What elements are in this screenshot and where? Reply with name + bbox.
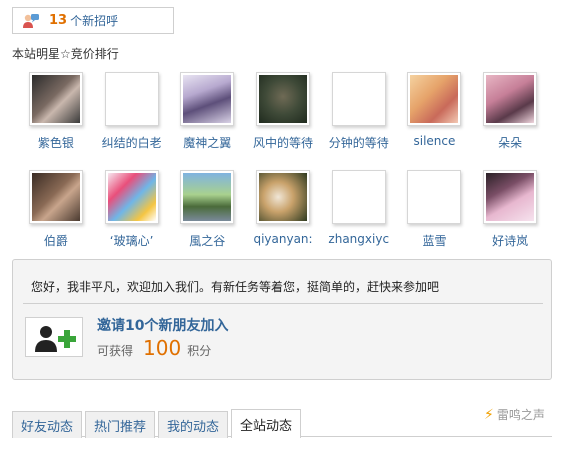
avatar[interactable] <box>28 72 83 126</box>
star-item[interactable]: 好诗岚 <box>472 170 548 268</box>
people-icon <box>22 13 40 29</box>
tab-hot-picks[interactable]: 热门推荐 <box>85 411 156 438</box>
greeting-count[interactable]: 13 <box>49 13 67 28</box>
greeting-box[interactable]: 13 个新招呼 <box>12 7 174 34</box>
star-name[interactable]: silence <box>398 134 470 148</box>
star-name[interactable]: 分钟的等待 <box>323 134 395 151</box>
star-name[interactable]: 伯爵 <box>20 232 92 249</box>
star-name[interactable]: 纠结的白老 <box>96 134 168 151</box>
star-item[interactable]: 魔神之翼 <box>169 72 245 170</box>
star-item[interactable]: 風之谷 <box>169 170 245 268</box>
avatar[interactable] <box>256 72 311 126</box>
avatar[interactable] <box>483 170 538 224</box>
avatar[interactable] <box>331 72 386 126</box>
star-name[interactable]: 风中的等待 <box>247 134 319 151</box>
stars-grid: 紫色银 纠结的白老 魔神之翼 风中的等待 分钟的等待 silence 朵朵 伯爵… <box>18 72 548 268</box>
avatar[interactable] <box>256 170 311 224</box>
star-name[interactable]: 朵朵 <box>474 134 546 151</box>
avatar[interactable] <box>407 170 462 224</box>
star-name[interactable]: 好诗岚 <box>474 232 546 249</box>
star-name[interactable]: 蓝雪 <box>398 232 470 249</box>
star-name[interactable]: qiyanyan: <box>247 232 319 246</box>
tab-my-feed[interactable]: 我的动态 <box>158 411 229 438</box>
reward-unit: 积分 <box>187 344 212 358</box>
reward-prefix: 可获得 <box>97 344 134 358</box>
avatar[interactable] <box>104 72 159 126</box>
star-item[interactable]: silence <box>397 72 473 170</box>
avatar[interactable] <box>28 170 83 224</box>
brand-link[interactable]: ⚡ 雷鸣之声 <box>484 406 545 423</box>
add-friend-icon[interactable] <box>25 317 83 357</box>
avatar[interactable] <box>180 72 235 126</box>
avatar[interactable] <box>104 170 159 224</box>
star-item[interactable]: ‘玻璃心’ <box>94 170 170 268</box>
reward-points: 100 <box>143 336 182 360</box>
invite-reward: 可获得 100 积分 <box>97 336 211 360</box>
greeting-label[interactable]: 个新招呼 <box>70 12 118 29</box>
star-name[interactable]: 風之谷 <box>171 232 243 249</box>
avatar[interactable] <box>331 170 386 224</box>
star-name[interactable]: zhangxiyc <box>323 232 395 246</box>
star-item[interactable]: 紫色银 <box>18 72 94 170</box>
star-item[interactable]: 分钟的等待 <box>321 72 397 170</box>
stars-row-2: 伯爵 ‘玻璃心’ 風之谷 qiyanyan: zhangxiyc 蓝雪 好诗岚 <box>18 170 548 268</box>
star-item[interactable]: qiyanyan: <box>245 170 321 268</box>
star-item[interactable]: 朵朵 <box>472 72 548 170</box>
stars-ranking-title: 本站明星☆竞价排行 <box>12 47 119 61</box>
star-item[interactable]: 蓝雪 <box>397 170 473 268</box>
avatar[interactable] <box>407 72 462 126</box>
tab-friends-feed[interactable]: 好友动态 <box>12 411 83 438</box>
star-item[interactable]: zhangxiyc <box>321 170 397 268</box>
brand-label: 雷鸣之声 <box>496 408 545 422</box>
feed-tabs: 好友动态 热门推荐 我的动态 全站动态 <box>12 409 304 438</box>
star-item[interactable]: 纠结的白老 <box>94 72 170 170</box>
divider <box>23 303 543 304</box>
star-item[interactable]: 风中的等待 <box>245 72 321 170</box>
star-name[interactable]: 紫色银 <box>20 134 92 151</box>
star-name[interactable]: 魔神之翼 <box>171 134 243 151</box>
invite-panel: 您好，我非平凡，欢迎加入我们。有新任务等着您，挺简单的，赶快来参加吧 邀请10个… <box>12 259 552 380</box>
star-name[interactable]: ‘玻璃心’ <box>96 232 168 249</box>
avatar[interactable] <box>483 72 538 126</box>
avatar[interactable] <box>180 170 235 224</box>
invite-task-title[interactable]: 邀请10个新朋友加入 <box>97 315 228 335</box>
stars-row-1: 紫色银 纠结的白老 魔神之翼 风中的等待 分钟的等待 silence 朵朵 <box>18 72 548 170</box>
lightning-icon: ⚡ <box>484 406 494 423</box>
star-item[interactable]: 伯爵 <box>18 170 94 268</box>
welcome-message: 您好，我非平凡，欢迎加入我们。有新任务等着您，挺简单的，赶快来参加吧 <box>31 280 440 294</box>
tab-site-feed[interactable]: 全站动态 <box>231 409 302 438</box>
